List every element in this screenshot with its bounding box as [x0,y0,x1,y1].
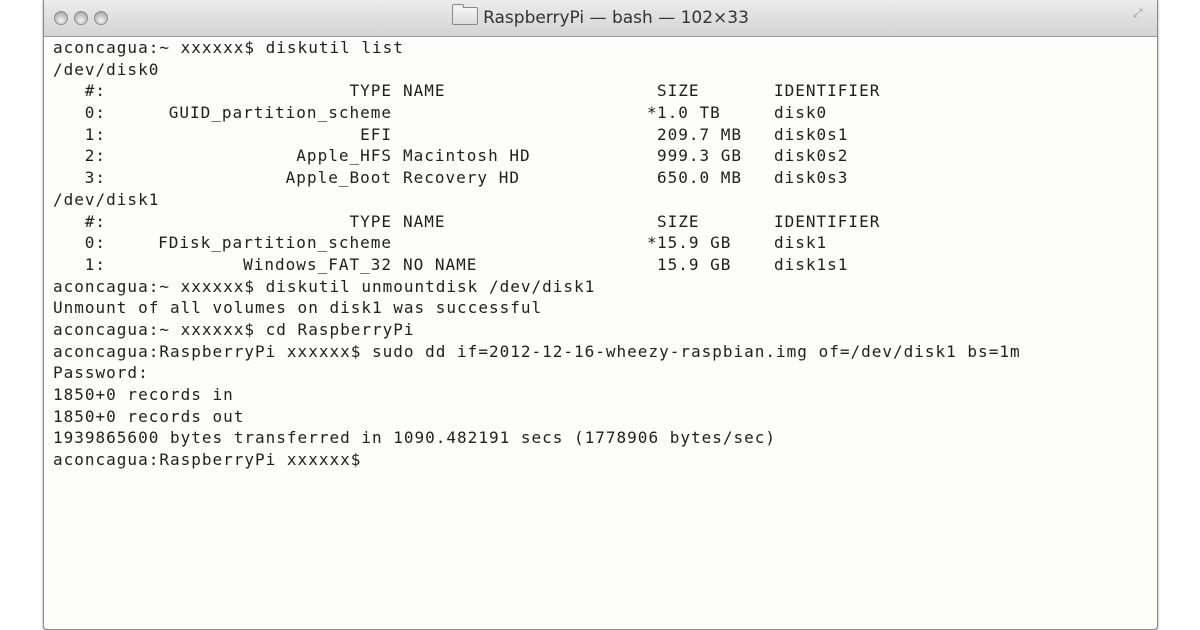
fullscreen-icon[interactable]: ⤢ [1133,6,1147,20]
cell-name: Recovery HD [403,168,520,188]
window-title-text: RaspberryPi — bash — 102×33 [483,8,749,28]
col-size: SIZE [657,81,700,101]
cell-type: Windows_FAT_32 [243,254,392,274]
cell-identifier: disk0 [774,103,828,123]
cell-type: Apple_HFS [296,146,392,166]
window-title: RaspberryPi — bash — 102×33 [44,4,1157,28]
folder-icon [452,4,479,25]
terminal-line: aconcagua:~ xxxxxx$ cd RaspberryPi [53,319,415,339]
col-size: SIZE [657,211,700,231]
col-name: NAME [403,211,446,231]
col-identifier: IDENTIFIER [774,81,881,101]
terminal-line: /dev/disk1 [53,189,160,209]
terminal-line: 1939865600 bytes transferred in 1090.482… [53,428,777,448]
col-type: TYPE [349,81,392,101]
cell-identifier: disk1s1 [774,254,849,274]
cell-size: 209.7 MB [657,124,743,144]
terminal-line: Password: [53,363,149,383]
cell-name: Macintosh HD [403,146,531,166]
cell-size: 15.9 GB [657,254,732,274]
terminal-line: /dev/disk0 [53,59,160,79]
table-row: 0: FDisk_partition_scheme * 15.9 GB disk… [53,232,1157,254]
col-type: TYPE [349,211,392,231]
cell-size: 1.0 TB [657,103,721,123]
terminal-line: aconcagua:~ xxxxxx$ diskutil unmountdisk… [53,276,596,296]
terminal-output[interactable]: aconcagua:~ xxxxxx$ diskutil list /dev/d… [53,37,1157,629]
terminal-line: aconcagua:RaspberryPi xxxxxx$ sudo dd if… [53,341,1021,361]
terminal-prompt[interactable]: aconcagua:RaspberryPi xxxxxx$ [53,449,1157,471]
cell-size: 650.0 MB [657,168,743,188]
cell-type: Apple_Boot [285,168,392,188]
table-header: #: TYPE NAME SIZE IDENTIFIER [53,211,1157,233]
col-name: NAME [403,81,446,101]
table-row: 1: Windows_FAT_32 NO NAME 15.9 GB disk1s… [53,254,1157,276]
cell-identifier: disk0s3 [774,168,849,188]
terminal-line: 1850+0 records in [53,385,234,404]
cell-type: EFI [360,124,392,144]
terminal-line: 1850+0 records out [53,406,245,426]
cell-identifier: disk1 [774,233,828,253]
title-bar[interactable]: RaspberryPi — bash — 102×33 ⤢ [44,0,1157,37]
table-row: 3: Apple_Boot Recovery HD 650.0 MB disk0… [53,167,1157,189]
cell-size: 15.9 GB [657,233,732,253]
terminal-line: aconcagua:~ xxxxxx$ diskutil list [53,38,404,57]
cell-name: NO NAME [403,254,478,274]
cell-identifier: disk0s2 [774,146,849,166]
cell-size: 999.3 GB [657,146,743,166]
terminal-line: Unmount of all volumes on disk1 was succ… [53,298,543,318]
table-row: 0: GUID_partition_scheme * 1.0 TB disk0 [53,102,1157,124]
cell-type: GUID_partition_scheme [168,103,392,123]
table-row: 2: Apple_HFS Macintosh HD 999.3 GB disk0… [53,145,1157,167]
col-identifier: IDENTIFIER [774,211,881,231]
terminal-window: RaspberryPi — bash — 102×33 ⤢ aconcagua:… [43,0,1158,630]
table-row: 1: EFI 209.7 MB disk0s1 [53,124,1157,146]
cell-identifier: disk0s1 [774,124,849,144]
cell-type: FDisk_partition_scheme [158,233,392,253]
table-header: #: TYPE NAME SIZE IDENTIFIER [53,80,1157,102]
